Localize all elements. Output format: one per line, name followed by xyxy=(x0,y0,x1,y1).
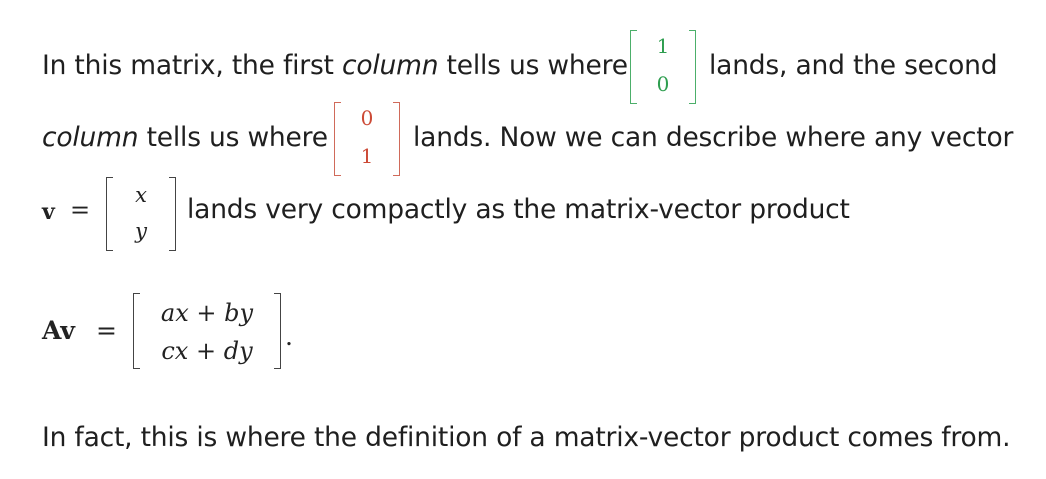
right-bracket xyxy=(393,102,400,176)
text-segment: lands very compactly as the matrix-vecto… xyxy=(187,194,850,225)
vector-entry-bottom: 1 xyxy=(360,144,374,168)
paragraph-2: In fact, this is where the definition of… xyxy=(42,422,1011,453)
vector-v: x y xyxy=(106,177,176,251)
text-segment: In this matrix, the first xyxy=(42,50,342,81)
paragraph-line-1-tail: lands, and the second xyxy=(709,50,998,81)
vector-entry-y: y xyxy=(135,219,147,243)
equals-sign: = xyxy=(96,316,117,345)
product-vector: ax + by cx + dy xyxy=(133,293,281,369)
right-bracket xyxy=(169,177,176,251)
text-segment: tells us where xyxy=(138,122,328,153)
emphasis-column: column xyxy=(42,122,139,153)
vector-entry-top: 1 xyxy=(656,34,670,58)
product-row-1: ax + by xyxy=(160,299,254,327)
product-row-2: cx + dy xyxy=(161,337,253,365)
vector-v-label: v xyxy=(42,199,55,225)
right-bracket xyxy=(274,293,281,369)
vector-entry-x: x xyxy=(135,183,147,207)
equals-sign: = xyxy=(70,196,91,224)
paragraph-line-1: In this matrix, the first column tells u… xyxy=(42,50,628,81)
text-segment: tells us where xyxy=(438,50,628,81)
paragraph-line-2: column tells us where xyxy=(42,122,328,153)
trailing-period: . xyxy=(285,322,293,351)
text-segment: lands. Now we can describe where any vec… xyxy=(413,122,1014,153)
text-segment: lands, and the second xyxy=(709,50,998,81)
vector-entry-bottom: 0 xyxy=(656,72,670,96)
vector-entry-top: 0 xyxy=(360,106,374,130)
product-label: Av xyxy=(42,316,75,345)
right-bracket xyxy=(689,30,696,104)
paragraph-line-3: lands very compactly as the matrix-vecto… xyxy=(187,194,850,225)
text-segment: In fact, this is where the definition of… xyxy=(42,422,1011,453)
unit-vector-e1: 1 0 xyxy=(630,30,696,104)
paragraph-line-2-tail: lands. Now we can describe where any vec… xyxy=(413,122,1014,153)
emphasis-column: column xyxy=(341,50,439,81)
unit-vector-e2: 0 1 xyxy=(334,102,400,176)
